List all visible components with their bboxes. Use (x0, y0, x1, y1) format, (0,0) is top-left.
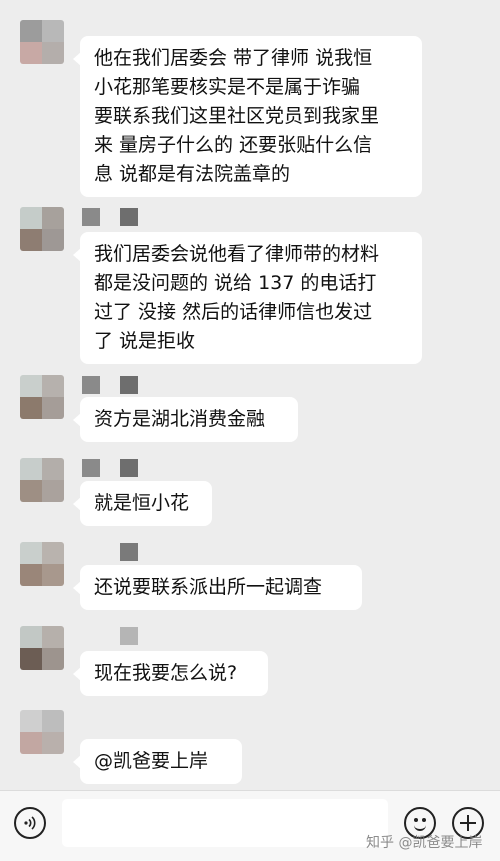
message-text-line: 来 量房子什么的 还要张贴什么信 (94, 134, 373, 156)
sender-name-blurred (82, 543, 138, 561)
message-text-line: 还说要联系派出所一起调查 (94, 576, 323, 598)
voice-wave-icon (24, 816, 36, 830)
message-bubble[interactable]: @凯爸要上岸 (73, 739, 242, 784)
watermark: 知乎 @凯爸要上岸 (366, 835, 483, 851)
message-text-line: 我们居委会说他看了律师带的材料 (94, 243, 380, 265)
message-bubble[interactable]: 就是恒小花 (73, 481, 212, 526)
message-text-line: 就是恒小花 (94, 492, 190, 514)
message-text-line: 他在我们居委会 带了律师 说我恒 (94, 47, 373, 69)
message-text-line: 过了 没接 然后的话律师信也发过 (94, 301, 373, 323)
avatar[interactable] (20, 375, 64, 419)
message-input[interactable] (62, 799, 388, 847)
message-text-line: 要联系我们这里社区党员到我家里 (94, 105, 380, 127)
avatar[interactable] (20, 710, 64, 754)
message-text-line: 息 说都是有法院盖章的 (94, 163, 291, 185)
voice-icon[interactable] (14, 807, 46, 839)
sender-name-blurred (82, 459, 138, 477)
avatar[interactable] (20, 542, 64, 586)
message-text-line: 现在我要怎么说? (94, 662, 238, 684)
avatar[interactable] (20, 20, 64, 64)
message-bubble[interactable]: 资方是湖北消费金融 (73, 397, 298, 442)
message-bubble[interactable]: 还说要联系派出所一起调查 (73, 565, 362, 610)
avatar[interactable] (20, 207, 64, 251)
avatar[interactable] (20, 458, 64, 502)
message-bubble[interactable]: 现在我要怎么说? (73, 651, 268, 696)
message-text-line: 资方是湖北消费金融 (94, 408, 266, 430)
message-text-line: 都是没问题的 说给 137 的电话打 (94, 272, 377, 294)
message-bubble[interactable]: 他在我们居委会 带了律师 说我恒 小花那笔要核实是不是属于诈骗 要联系我们这里社… (73, 36, 422, 197)
message-text-line: 小花那笔要核实是不是属于诈骗 (94, 76, 361, 98)
message-bubble[interactable]: 我们居委会说他看了律师带的材料 都是没问题的 说给 137 的电话打 过了 没接… (73, 232, 422, 364)
sender-name-blurred (82, 376, 138, 394)
message-text-line: 了 说是拒收 (94, 330, 196, 352)
avatar[interactable] (20, 626, 64, 670)
sender-name-blurred (82, 208, 138, 226)
message-text-line: @凯爸要上岸 (94, 750, 209, 772)
sender-name-blurred (82, 627, 138, 645)
